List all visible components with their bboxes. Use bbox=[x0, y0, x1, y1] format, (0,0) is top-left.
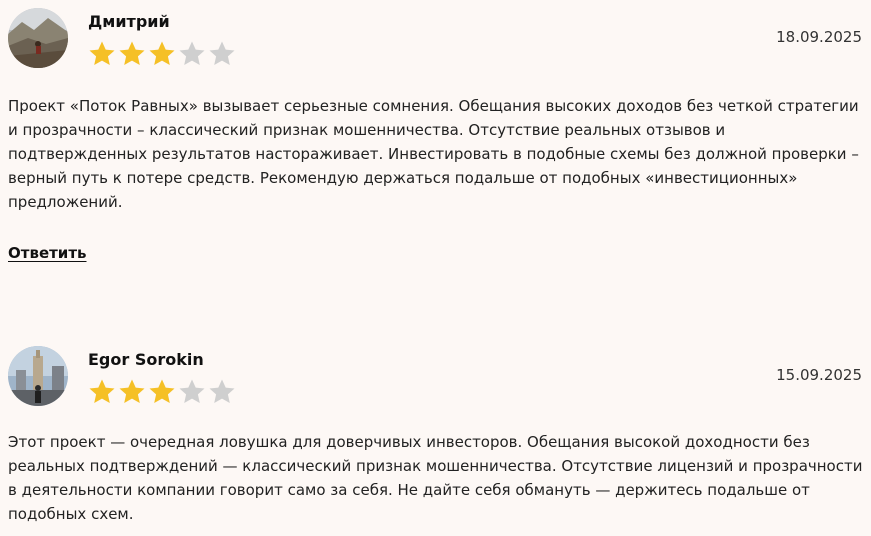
review-text: Этот проект — очередная ловушка для дове… bbox=[8, 433, 863, 523]
author-name: Дмитрий bbox=[88, 12, 170, 31]
rating-stars bbox=[88, 40, 236, 66]
author-avatar bbox=[8, 8, 68, 68]
star-filled-icon bbox=[89, 41, 115, 65]
review-text: Проект «Поток Равных» вызывает серьезные… bbox=[8, 97, 859, 211]
rating-stars bbox=[88, 378, 236, 404]
review-date: 18.09.2025 bbox=[776, 28, 862, 46]
review-date: 15.09.2025 bbox=[776, 366, 862, 384]
avatar-landscape-photo bbox=[8, 8, 68, 68]
star-filled-icon bbox=[149, 379, 175, 403]
star-empty-icon bbox=[179, 41, 205, 65]
reply-link[interactable]: Ответить bbox=[8, 244, 87, 262]
avatar-city-photo bbox=[8, 346, 68, 406]
author-name: Egor Sorokin bbox=[88, 350, 204, 369]
star-empty-icon bbox=[209, 379, 235, 403]
author-avatar bbox=[8, 346, 68, 406]
star-empty-icon bbox=[209, 41, 235, 65]
star-filled-icon bbox=[119, 41, 145, 65]
star-filled-icon bbox=[149, 41, 175, 65]
star-empty-icon bbox=[179, 379, 205, 403]
star-filled-icon bbox=[119, 379, 145, 403]
star-filled-icon bbox=[89, 379, 115, 403]
